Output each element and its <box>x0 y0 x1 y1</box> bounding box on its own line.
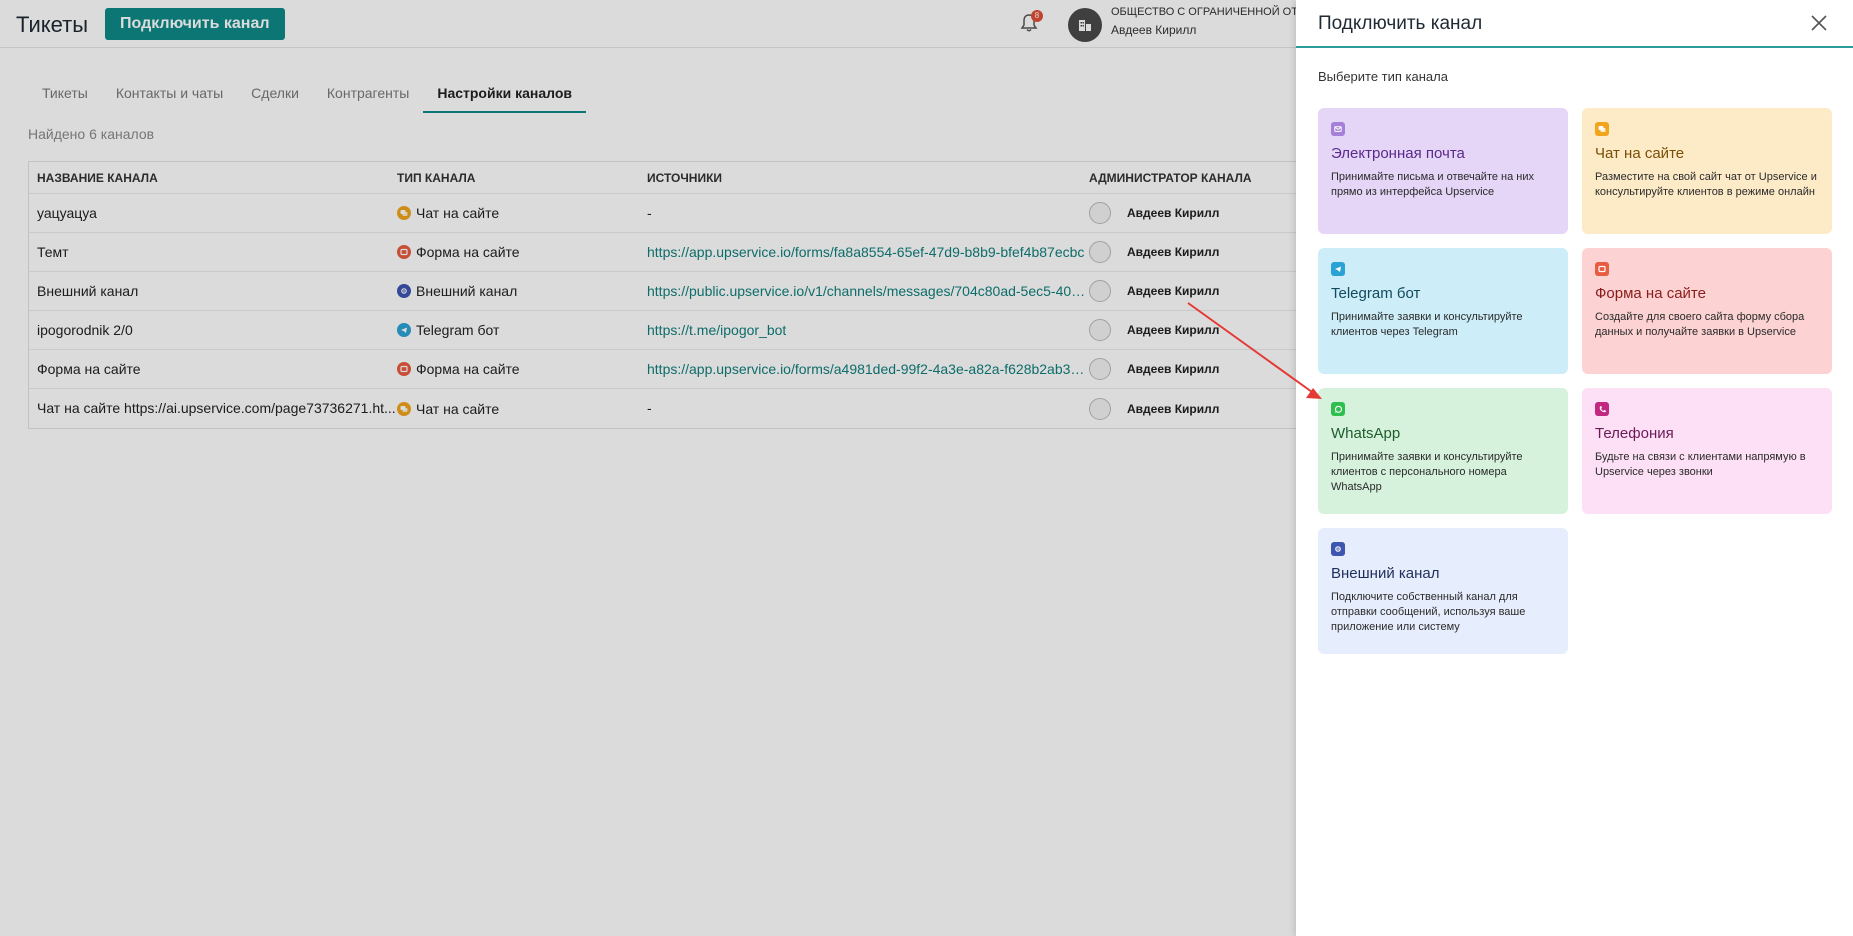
card-description: Принимайте письма и отвечайте на них пря… <box>1331 171 1535 198</box>
card-title: WhatsApp <box>1331 425 1401 442</box>
external-channel-card[interactable]: Внешний канал Подключите собственный кана… <box>1318 528 1568 654</box>
external-icon <box>1331 542 1345 556</box>
phone-icon <box>1595 402 1609 416</box>
drawer-header: Подключить канал <box>1296 0 1853 48</box>
close-icon[interactable] <box>1808 12 1830 34</box>
card-description: Будьте на связи с клиентами напрямую в U… <box>1595 451 1806 478</box>
card-description: Принимайте заявки и консультируйте клиен… <box>1331 311 1523 338</box>
telephony-channel-card[interactable]: Телефония Будьте на связи с клиентами нап… <box>1582 388 1832 514</box>
telegram-channel-card[interactable]: Telegram бот Принимайте заявки и консульт… <box>1318 248 1568 374</box>
card-description: Принимайте заявки и консультируйте клиен… <box>1331 451 1523 493</box>
card-title: Форма на сайте <box>1595 285 1706 302</box>
whatsapp-icon <box>1331 402 1345 416</box>
drawer-title: Подключить канал <box>1318 13 1483 34</box>
card-title: Telegram бот <box>1331 285 1421 302</box>
card-description: Подключите собственный канал для отправк… <box>1331 591 1526 633</box>
connect-channel-drawer: Подключить канал Выберите тип канала Эле… <box>1296 0 1853 936</box>
drawer-subtitle: Выберите тип канала <box>1318 69 1448 84</box>
telegram-icon <box>1331 262 1345 276</box>
form-icon <box>1595 262 1609 276</box>
card-description: Разместите на свой сайт чат от Upservice… <box>1595 171 1817 198</box>
email-channel-card[interactable]: Электронная почта Принимайте письма и отв… <box>1318 108 1568 234</box>
modal-overlay[interactable] <box>0 0 1296 936</box>
card-description: Создайте для своего сайта форму сбора да… <box>1595 311 1805 338</box>
site-chat-channel-card[interactable]: Чат на сайте Разместите на свой сайт чат … <box>1582 108 1832 234</box>
card-title: Внешний канал <box>1331 565 1440 582</box>
whatsapp-channel-card[interactable]: WhatsApp Принимайте заявки и консультируй… <box>1318 388 1568 514</box>
card-title: Электронная почта <box>1331 145 1465 162</box>
mail-icon <box>1331 122 1345 136</box>
site-form-channel-card[interactable]: Форма на сайте Создайте для своего сайта … <box>1582 248 1832 374</box>
card-title: Телефония <box>1595 425 1674 442</box>
card-title: Чат на сайте <box>1595 145 1685 162</box>
chat-icon <box>1595 122 1609 136</box>
